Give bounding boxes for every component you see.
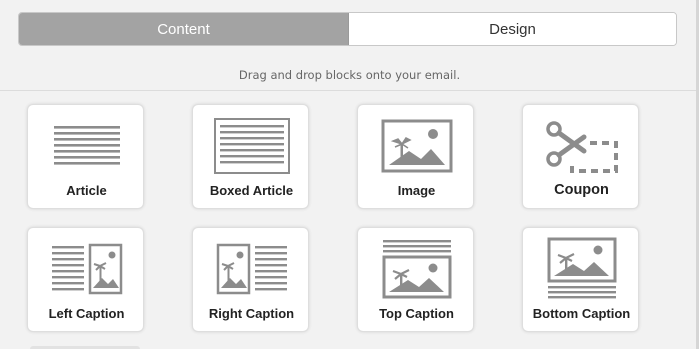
tab-bar: Content Design [18, 12, 677, 46]
block-label: Top Caption [379, 306, 454, 321]
block-top-caption[interactable]: Top Caption [357, 227, 474, 332]
block-label: Coupon [554, 182, 609, 198]
bottom-caption-icon [523, 236, 640, 302]
article-icon [28, 113, 145, 179]
drag-hint-text: Drag and drop blocks onto your email. [238, 68, 461, 82]
block-image[interactable]: Image [357, 104, 474, 209]
tab-content[interactable]: Content [19, 13, 349, 45]
block-label: Right Caption [208, 306, 295, 321]
block-bottom-caption[interactable]: Bottom Caption [522, 227, 639, 332]
top-caption-icon [358, 236, 475, 302]
block-article[interactable]: Article [27, 104, 144, 209]
divider [0, 90, 696, 91]
scissors-coupon-icon [523, 113, 640, 179]
boxed-article-icon [193, 113, 310, 179]
block-label: Left Caption [48, 306, 125, 321]
block-label: Bottom Caption [532, 306, 631, 321]
block-boxed-article[interactable]: Boxed Article [192, 104, 309, 209]
block-left-caption[interactable]: Left Caption [27, 227, 144, 332]
tab-design[interactable]: Design [349, 13, 676, 45]
left-caption-icon [28, 236, 145, 302]
right-caption-icon [193, 236, 310, 302]
block-label: Boxed Article [209, 183, 294, 198]
block-right-caption[interactable]: Right Caption [192, 227, 309, 332]
block-coupon[interactable]: Coupon [522, 104, 639, 209]
block-label: Image [397, 183, 436, 198]
block-label: Article [66, 183, 107, 198]
image-icon [358, 113, 475, 179]
content-blocks-grid: Article Boxed Article Image Coupon Left … [27, 104, 639, 332]
